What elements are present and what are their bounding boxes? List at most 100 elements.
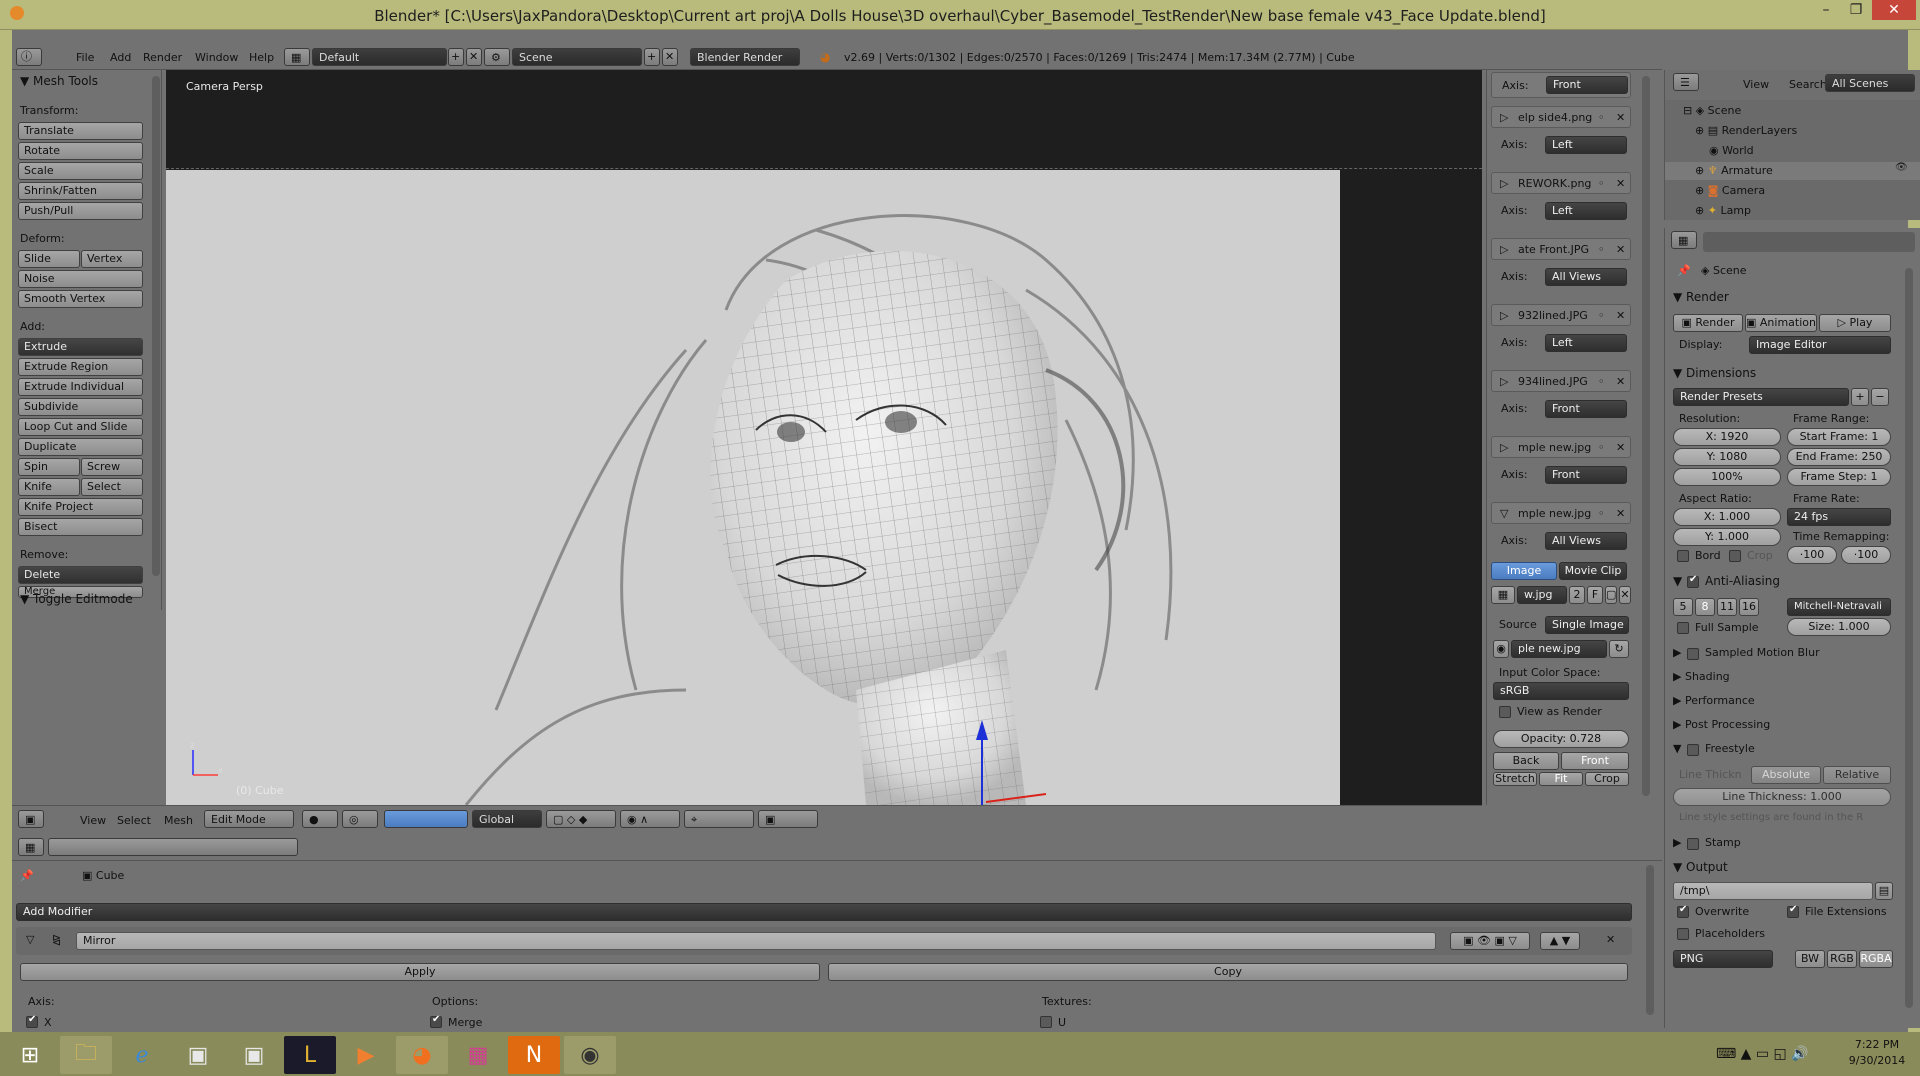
toggle-editmode-panel[interactable]: ▼ Toggle Editmode	[20, 592, 133, 606]
modifier-remove-icon[interactable]: ✕	[1606, 933, 1615, 946]
noise-button[interactable]: Noise	[18, 270, 143, 288]
scale-button[interactable]: Scale	[18, 162, 143, 180]
image-name-field[interactable]: w.jpg	[1517, 586, 1567, 604]
clock-time[interactable]: 7:22 PM	[1842, 1038, 1912, 1051]
outliner-armature[interactable]: ⊕ ♆ Armature	[1695, 164, 1773, 177]
rgba-button[interactable]: RGBA	[1859, 950, 1893, 968]
full-sample-checkbox[interactable]	[1677, 622, 1689, 634]
properties-type-icon[interactable]: ▦	[1671, 231, 1697, 249]
antialiasing-checkbox[interactable]	[1687, 574, 1699, 588]
image-panel-scrollbar[interactable]	[1642, 76, 1650, 796]
file-extensions-checkbox[interactable]	[1787, 904, 1799, 918]
background-image-row[interactable]: ▷ REWORK.png ◦ ✕	[1491, 172, 1631, 194]
image-users[interactable]: 2	[1569, 586, 1585, 604]
image-remove-icon[interactable]: ✕	[1616, 243, 1625, 256]
freestyle-checkbox[interactable]	[1687, 744, 1699, 756]
stamp-checkbox[interactable]	[1687, 838, 1699, 850]
resolution-x-field[interactable]: X: 1920	[1673, 428, 1781, 446]
opacity-slider[interactable]: Opacity: 0.728	[1493, 730, 1629, 748]
transform-orientation-select[interactable]: Global	[472, 810, 542, 828]
start-icon[interactable]: ⊞	[4, 1036, 56, 1074]
background-image-row[interactable]: ▽ mple new.jpg ◦ ✕	[1491, 502, 1631, 524]
file-explorer-icon[interactable]: 🗀	[60, 1036, 112, 1074]
vertex-slide-button[interactable]: Vertex	[81, 250, 143, 268]
image-visibility-icon[interactable]: ◦	[1598, 507, 1605, 520]
outliner-lamp[interactable]: ⊕ ✦ Lamp	[1695, 204, 1751, 216]
minimize-button[interactable]: –	[1810, 0, 1842, 20]
bw-button[interactable]: BW	[1795, 950, 1825, 968]
motion-blur-header[interactable]: ▶	[1673, 646, 1681, 659]
freestyle-header[interactable]: ▼	[1673, 742, 1681, 755]
visibility-eye-icon[interactable]: 👁	[1895, 162, 1908, 173]
background-image-row[interactable]: ▷ ate Front.JPG ◦ ✕	[1491, 238, 1631, 260]
display-mode-select[interactable]: All Scenes	[1825, 74, 1915, 92]
resolution-y-field[interactable]: Y: 1080	[1673, 448, 1781, 466]
add-scene-icon[interactable]: +	[644, 48, 660, 66]
tray-icons[interactable]: ⌨ ▲ ▭ ◱ 🔊	[1716, 1046, 1809, 1062]
animation-button[interactable]: ▣ Animation	[1745, 314, 1817, 332]
outliner-renderlayers[interactable]: ⊕ ▤ RenderLayers	[1695, 124, 1797, 137]
axis-select[interactable]: Front	[1545, 466, 1627, 484]
image-remove-icon[interactable]: ✕	[1616, 375, 1625, 388]
shading-select-icon[interactable]: ●	[302, 810, 338, 828]
image-remove-icon[interactable]: ✕	[1616, 441, 1625, 454]
extrude-individual-button[interactable]: Extrude Individual	[18, 378, 143, 396]
output-header[interactable]: ▼ Output	[1673, 860, 1728, 874]
expand-icon[interactable]: ▷	[1500, 375, 1508, 388]
rotate-button[interactable]: Rotate	[18, 142, 143, 160]
image-remove-icon[interactable]: ✕	[1616, 177, 1625, 190]
axis-select[interactable]: Left	[1545, 334, 1627, 352]
image-visibility-icon[interactable]: ◦	[1598, 243, 1605, 256]
merge-checkbox[interactable]	[430, 1014, 442, 1028]
resolution-percent-slider[interactable]: 100%	[1673, 468, 1781, 486]
outliner-search-menu[interactable]: Search	[1789, 78, 1827, 91]
delete-dropdown[interactable]: Delete	[18, 566, 143, 584]
shading-header[interactable]: ▶ Shading	[1673, 670, 1730, 683]
tab-image[interactable]: Image	[1491, 562, 1557, 580]
post-processing-header[interactable]: ▶ Post Processing	[1673, 718, 1770, 731]
n-app-icon[interactable]: N	[508, 1036, 560, 1074]
properties-context-tabs[interactable]	[1703, 232, 1915, 252]
image-open-icon[interactable]: ▢	[1605, 586, 1617, 604]
modifier-scrollbar[interactable]	[1646, 865, 1654, 1015]
menu-window[interactable]: Window	[195, 51, 238, 64]
file-format-select[interactable]: PNG	[1673, 950, 1773, 968]
aa-filter-select[interactable]: Mitchell-Netravali	[1787, 598, 1891, 616]
photo-app-icon[interactable]: ▣	[172, 1036, 224, 1074]
background-image-row[interactable]: ▷ mple new.jpg ◦ ✕	[1491, 436, 1631, 458]
aa-samples-16[interactable]: 16	[1739, 598, 1759, 616]
paint-app-icon[interactable]: ▦	[452, 1036, 504, 1074]
modifier-collapse-icon[interactable]: ▽	[26, 933, 34, 946]
color-space-select[interactable]: sRGB	[1493, 682, 1629, 700]
render-presets-select[interactable]: Render Presets	[1673, 388, 1849, 406]
start-frame-field[interactable]: Start Frame: 1	[1787, 428, 1891, 446]
image-visibility-icon[interactable]: ◦	[1598, 309, 1605, 322]
view-menu[interactable]: View	[80, 814, 106, 827]
scene-field[interactable]: Scene	[512, 48, 642, 66]
manipulator-toggles[interactable]	[384, 810, 468, 828]
expand-icon[interactable]: ▷	[1500, 441, 1508, 454]
view-as-render-checkbox[interactable]	[1499, 706, 1511, 718]
image-unlink-icon[interactable]: ✕	[1619, 586, 1631, 604]
stamp-header[interactable]: ▶	[1673, 836, 1681, 849]
knife-select-button[interactable]: Select	[81, 478, 143, 496]
loop-cut-button[interactable]: Loop Cut and Slide	[18, 418, 143, 436]
remove-layout-icon[interactable]: ✕	[466, 48, 482, 66]
relative-button[interactable]: Relative	[1823, 766, 1891, 784]
layout-field[interactable]: Default	[312, 48, 447, 66]
mesh-menu[interactable]: Mesh	[164, 814, 193, 827]
render-preview-icon[interactable]: ▣	[758, 810, 818, 828]
aspect-x-field[interactable]: X: 1.000	[1673, 508, 1781, 526]
axis-select[interactable]: All Views	[1545, 268, 1627, 286]
axis-x-checkbox[interactable]	[26, 1014, 38, 1028]
add-layout-icon[interactable]: +	[448, 48, 464, 66]
proportional-edit-icon[interactable]: ◉ ∧	[620, 810, 680, 828]
subdivide-button[interactable]: Subdivide	[18, 398, 143, 416]
image-visibility-icon[interactable]: ◦	[1598, 441, 1605, 454]
screen-layout-icon[interactable]: ▦	[284, 48, 310, 66]
extrude-dropdown[interactable]: Extrude	[18, 338, 143, 356]
image-visibility-icon[interactable]: ◦	[1598, 111, 1605, 124]
bisect-button[interactable]: Bisect	[18, 518, 143, 536]
crop-checkbox[interactable]	[1729, 550, 1741, 562]
image-remove-icon[interactable]: ✕	[1616, 507, 1625, 520]
